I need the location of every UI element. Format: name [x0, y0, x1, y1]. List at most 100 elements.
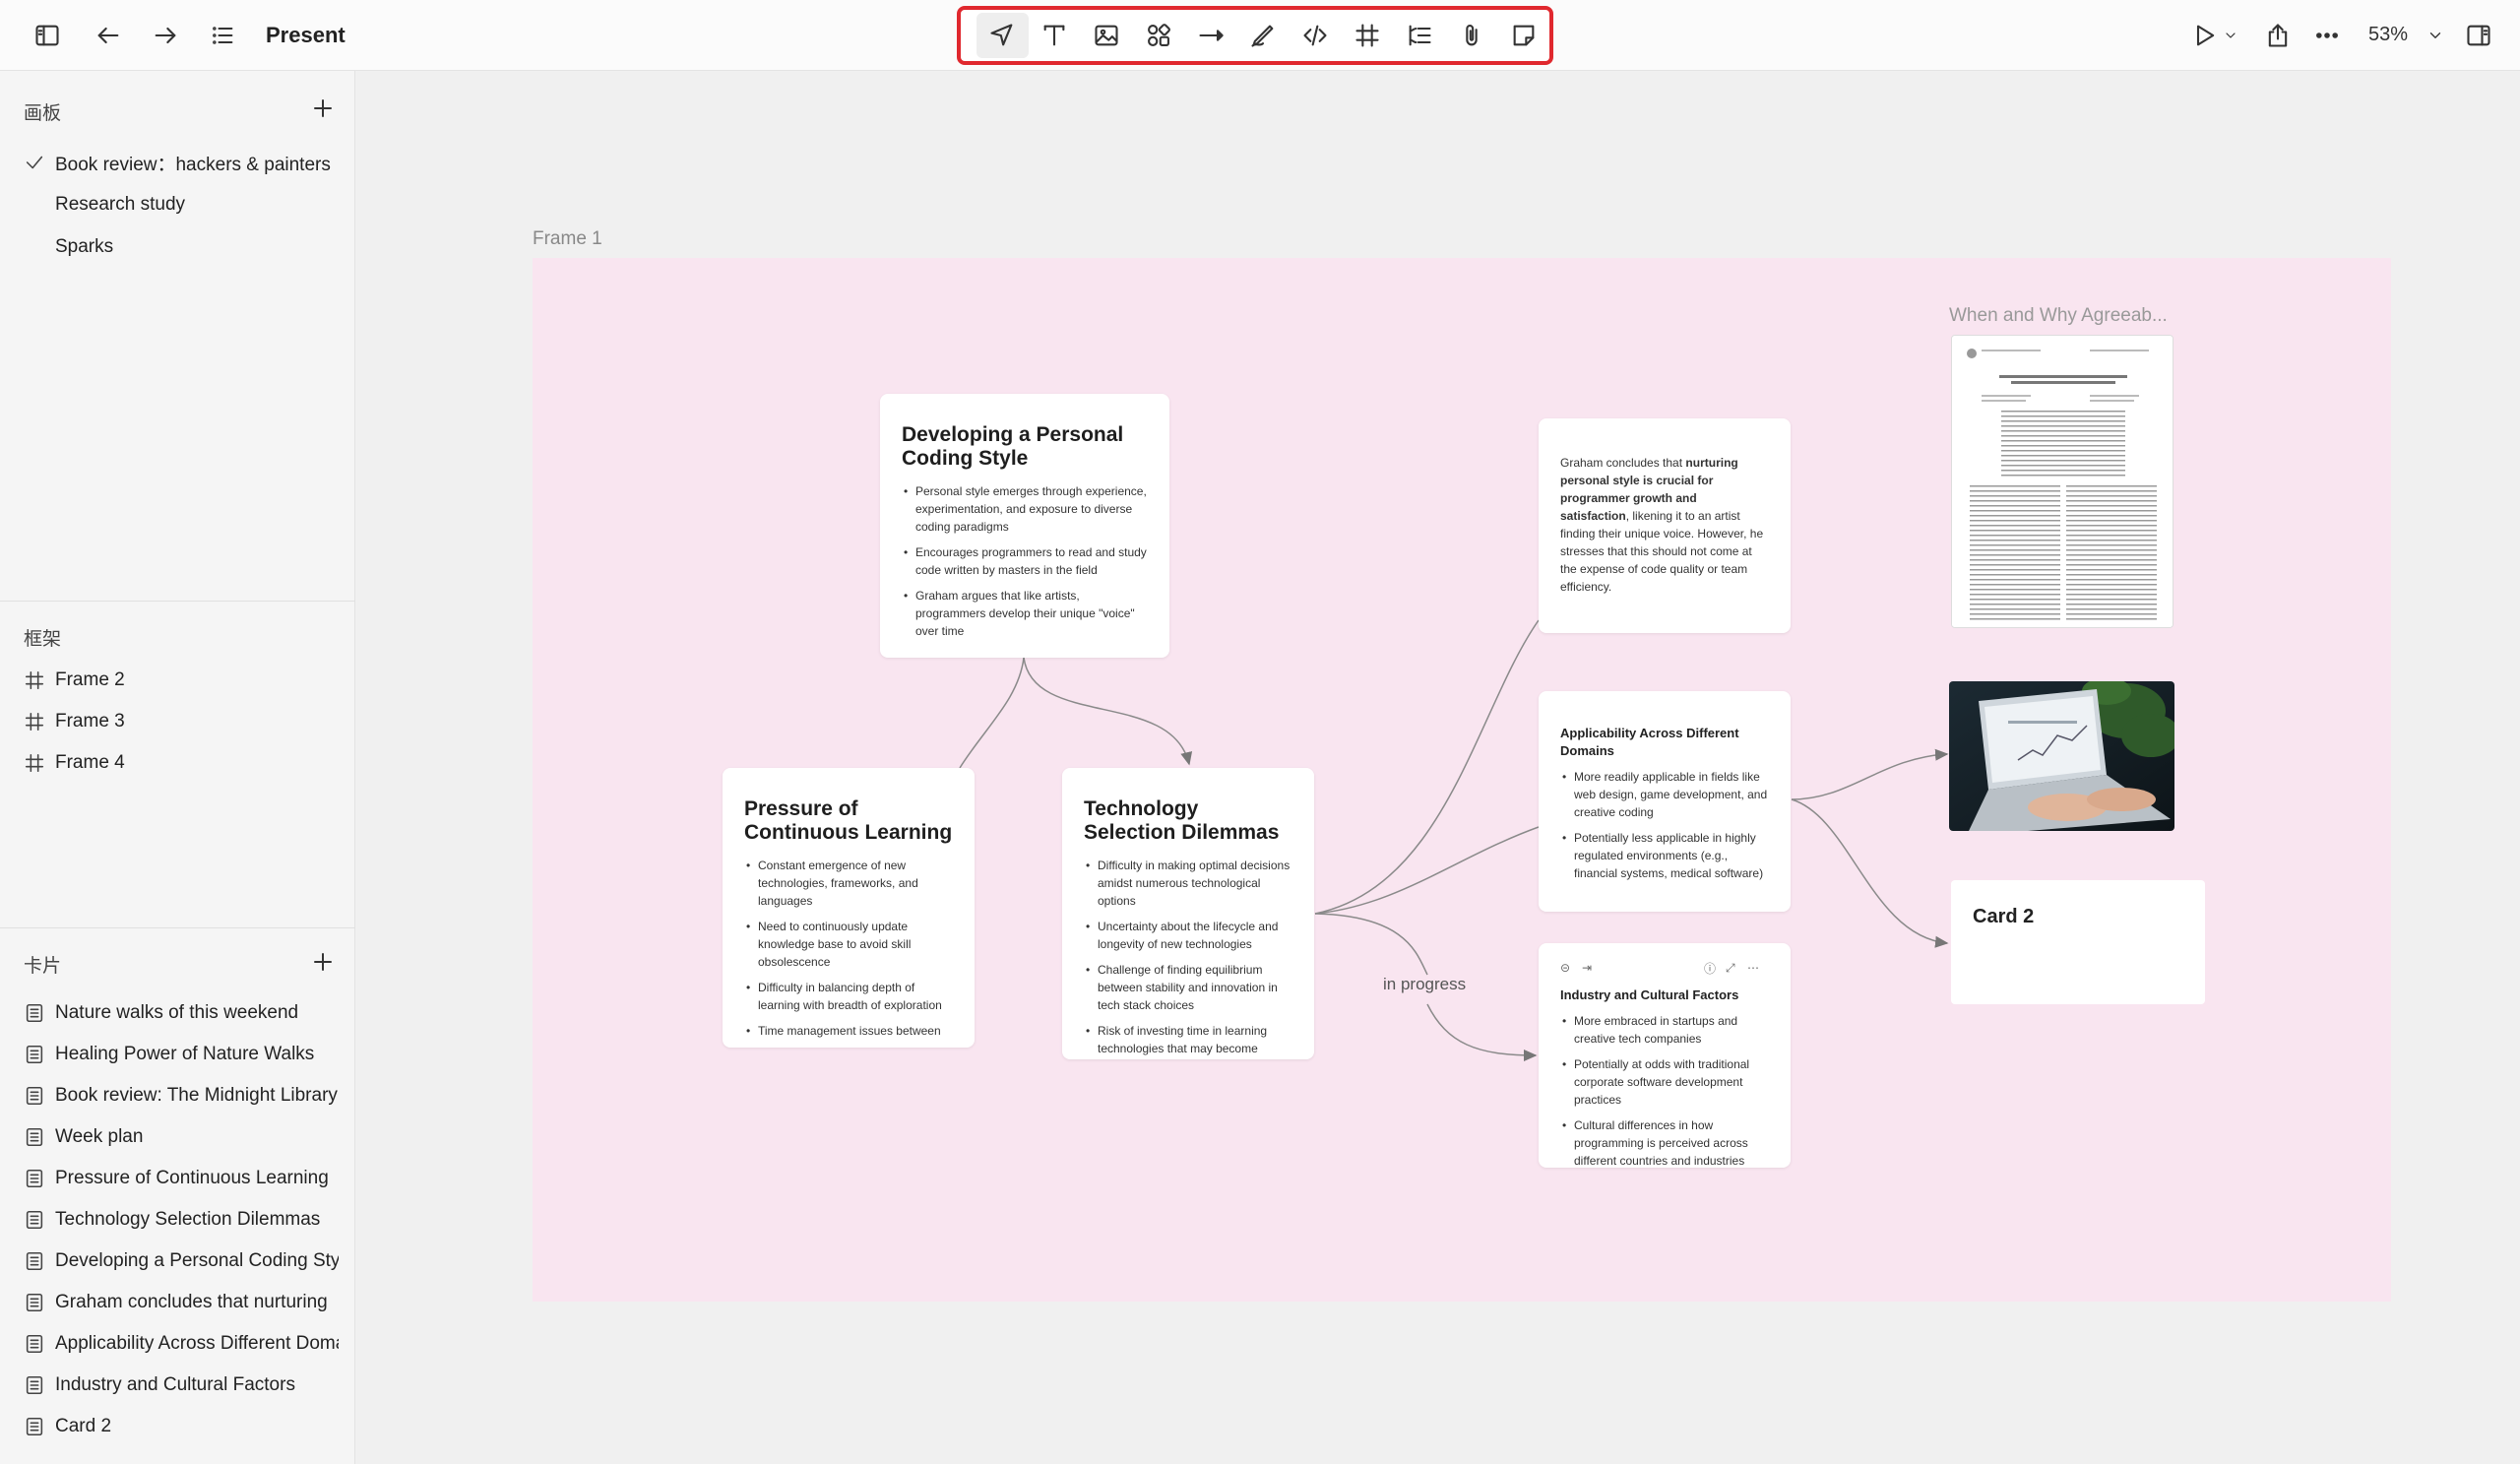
card-bullet: Constant emergence of new technologies, … [744, 857, 953, 910]
card-bullet: Potentially less applicable in highly re… [1560, 829, 1769, 882]
more-icon [2316, 32, 2338, 38]
card-coding-style[interactable]: Developing a Personal Coding Style Perso… [880, 394, 1169, 658]
connector-tool[interactable] [1185, 13, 1237, 58]
frame-icon [1355, 24, 1379, 47]
list-icon [213, 27, 233, 44]
indent-icon[interactable]: ⇥ [1582, 961, 1604, 975]
card-bullet: Difficulty in balancing depth of learnin… [744, 979, 953, 1014]
plus-icon [314, 953, 332, 971]
forward-button[interactable] [146, 16, 185, 55]
card-text: Graham concludes that nurturing personal… [1560, 456, 1764, 594]
outline-button[interactable] [203, 16, 242, 55]
add-card-button[interactable] [311, 950, 335, 974]
zoom-options-button[interactable] [2424, 16, 2447, 55]
card-graham[interactable]: Graham concludes that nurturing personal… [1539, 418, 1791, 633]
more-icon[interactable]: ⋯ [1747, 961, 1769, 975]
card-list-item[interactable]: Healing Power of Nature Walks [24, 1038, 339, 1071]
card-bullet: Need to continuously update knowledge ba… [744, 918, 953, 971]
present-options-button[interactable] [2221, 16, 2240, 55]
card-list-item[interactable]: Technology Selection Dilemmas [24, 1203, 339, 1237]
board-item[interactable]: Research study [24, 188, 339, 222]
paper-preview-image [1952, 336, 2173, 627]
sidebar: 画板 Book review：hackers & painters Resear… [0, 71, 355, 1464]
share-button[interactable] [2258, 16, 2298, 55]
frame-item[interactable]: Frame 3 [24, 705, 339, 738]
code-tool[interactable] [1289, 13, 1341, 58]
card-bullet: Challenge of finding equilibrium between… [1084, 961, 1292, 1014]
card-bullet: Graham argues that like artists, program… [902, 587, 1148, 640]
card-bullet: Cultural differences in how programming … [1560, 1116, 1769, 1168]
connector-label[interactable]: in progress [1383, 975, 1466, 994]
toggle-sidebar-button[interactable] [28, 16, 67, 55]
attachment-title: When and Why Agreeab... [1949, 305, 2168, 326]
pen-icon [1251, 25, 1274, 47]
frame-item[interactable]: Frame 4 [24, 746, 339, 780]
boards-section-title: 画板 [24, 103, 62, 124]
document-icon [26, 1251, 43, 1271]
card-2[interactable]: Card 2 [1951, 880, 2205, 1004]
card-bullet: Difficulty in making optimal decisions a… [1084, 857, 1292, 910]
frame-icon [25, 712, 44, 732]
card-bullet: Potentially at odds with traditional cor… [1560, 1055, 1769, 1109]
card-list-item[interactable]: Card 2 [24, 1410, 339, 1443]
expand-icon[interactable]: ⤢ [1726, 961, 1747, 976]
arrow-right-icon [155, 27, 176, 44]
add-board-button[interactable] [311, 96, 335, 120]
document-icon [26, 1375, 43, 1395]
board-item[interactable]: Sparks [24, 230, 339, 264]
card-toolbar: ⊝ ⇥ ⓘ ⤢ ⋯ [1560, 959, 1769, 977]
card-list-item[interactable]: Graham concludes that nurturing [24, 1286, 339, 1319]
card-list-item[interactable]: Applicability Across Different Domains [24, 1327, 339, 1361]
card-list-item[interactable]: Nature walks of this weekend [24, 996, 339, 1030]
attachment-tool[interactable] [1445, 13, 1497, 58]
card-list-item[interactable]: Pressure of Continuous Learning [24, 1162, 339, 1195]
card-applicability[interactable]: Applicability Across Different Domains M… [1539, 691, 1791, 912]
card-bullet: More embraced in startups and creative t… [1560, 1012, 1769, 1048]
frame-icon [25, 670, 44, 690]
card-title: Industry and Cultural Factors [1560, 987, 1739, 1002]
note-tool[interactable] [1497, 13, 1549, 58]
check-icon [26, 156, 43, 169]
collapse-icon[interactable]: ⊝ [1560, 961, 1582, 975]
select-tool[interactable] [976, 13, 1029, 58]
back-button[interactable] [89, 16, 128, 55]
card-list-item[interactable]: Book review: The Midnight Library [24, 1079, 339, 1113]
mindmap-tool[interactable] [1393, 13, 1445, 58]
document-icon [26, 1086, 43, 1106]
card-bullet: Uncertainty about the lifecycle and long… [1084, 918, 1292, 953]
cards-section-title: 卡片 [24, 956, 62, 977]
card-list-item[interactable]: Industry and Cultural Factors [24, 1369, 339, 1402]
frame-tool[interactable] [1341, 13, 1393, 58]
card-title: Developing a Personal Coding Style [902, 423, 1124, 470]
paper-attachment[interactable] [1951, 335, 2174, 628]
laptop-photo[interactable] [1949, 681, 2174, 831]
text-tool[interactable] [1029, 13, 1081, 58]
card-tech-selection[interactable]: Technology Selection Dilemmas Difficulty… [1062, 768, 1314, 1059]
card-bullet: Time management issues between [744, 1022, 953, 1040]
frame-item[interactable]: Frame 2 [24, 664, 339, 697]
pen-tool[interactable] [1237, 13, 1290, 58]
zoom-level[interactable]: 53% [2368, 24, 2408, 46]
card-pressure[interactable]: Pressure of Continuous Learning Constant… [723, 768, 975, 1048]
frame-icon [25, 753, 44, 773]
card-bullet: Encourages programmers to read and study… [902, 543, 1148, 579]
more-button[interactable] [2307, 16, 2347, 55]
plus-icon [314, 99, 332, 117]
toggle-right-panel-button[interactable] [2459, 16, 2498, 55]
shapes-tool[interactable] [1133, 13, 1185, 58]
mindmap-icon [1409, 25, 1431, 46]
laptop-image [1949, 681, 2174, 831]
document-icon [26, 1334, 43, 1354]
board-item[interactable]: Book review：hackers & painters [24, 146, 339, 179]
canvas-toolbar [957, 6, 1553, 65]
info-icon[interactable]: ⓘ [1704, 960, 1726, 977]
present-button[interactable] [2185, 16, 2225, 55]
card-list-item[interactable]: Week plan [24, 1120, 339, 1154]
play-icon [2196, 25, 2215, 46]
card-list-item[interactable]: Developing a Personal Coding Style [24, 1244, 339, 1278]
sidebar-icon [35, 25, 59, 46]
document-icon [26, 1210, 43, 1230]
card-industry[interactable]: ⊝ ⇥ ⓘ ⤢ ⋯ Industry and Cultural Factors … [1539, 943, 1791, 1168]
image-tool[interactable] [1081, 13, 1133, 58]
image-icon [1095, 25, 1118, 46]
